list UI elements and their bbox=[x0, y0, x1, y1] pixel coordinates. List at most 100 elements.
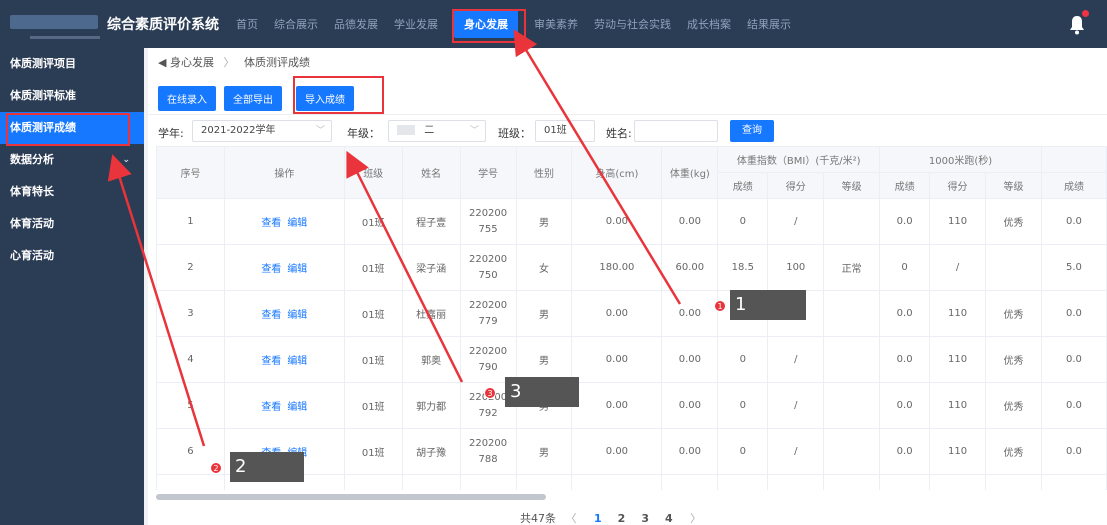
cell-idx: 2 bbox=[156, 244, 225, 291]
pager-page-1[interactable]: 1 bbox=[594, 512, 602, 525]
back-icon[interactable]: ◀ bbox=[158, 56, 166, 69]
nav-item-1[interactable]: 综合展示 bbox=[274, 16, 318, 32]
col-bmi-level: 等级 bbox=[823, 172, 881, 199]
cell-cls: 01班 bbox=[343, 198, 403, 245]
col-ops: 操作 bbox=[223, 146, 345, 199]
cell-idx: 5 bbox=[156, 382, 225, 429]
view-link[interactable]: 查看 bbox=[261, 310, 281, 321]
cell-cls: 01班 bbox=[343, 382, 403, 429]
cell-sid-line2: 755 bbox=[478, 223, 498, 235]
cell-run_l bbox=[985, 244, 1042, 291]
pager-prev-icon[interactable]: 〈 bbox=[566, 512, 577, 525]
cell-weight: 0.00 bbox=[661, 198, 719, 245]
cell-weight: 0.00 bbox=[661, 290, 719, 337]
sidebar-item-0[interactable]: 体质测评项目 bbox=[0, 48, 144, 80]
view-link[interactable]: 查看 bbox=[261, 264, 281, 275]
cell-ops: 查看编辑 bbox=[223, 290, 345, 337]
cell-height: 0.00 bbox=[571, 382, 663, 429]
edit-link[interactable]: 编辑 bbox=[287, 356, 307, 367]
sidebar-item-5[interactable]: 体育活动 bbox=[0, 208, 144, 240]
cell-ops: 查看编辑 bbox=[223, 336, 345, 383]
sidebar-item-label: 体质测评标准 bbox=[10, 89, 76, 102]
view-link[interactable]: 查看 bbox=[261, 356, 281, 367]
pager-page-3[interactable]: 3 bbox=[641, 512, 649, 525]
nav-item-0[interactable]: 首页 bbox=[236, 16, 258, 32]
edit-link[interactable]: 编辑 bbox=[287, 402, 307, 413]
name-input[interactable] bbox=[634, 120, 718, 142]
cell-sid-line1: 220200 bbox=[468, 345, 508, 357]
sidebar-item-1[interactable]: 体质测评标准 bbox=[0, 80, 144, 112]
sidebar-item-label: 体质测评项目 bbox=[10, 57, 76, 70]
sidebar-item-4[interactable]: 体育特长 bbox=[0, 176, 144, 208]
cell-name: 胡子豫 bbox=[401, 428, 461, 475]
cell-run_p bbox=[929, 474, 987, 490]
col-bmi-points: 得分 bbox=[767, 172, 825, 199]
edit-link[interactable]: 编辑 bbox=[287, 264, 307, 275]
cell-gender bbox=[515, 474, 573, 490]
nav-item-8[interactable]: 结果展示 bbox=[747, 16, 791, 32]
cell-sid: 220200 788 bbox=[459, 428, 517, 475]
nav-item-2[interactable]: 品德发展 bbox=[334, 16, 378, 32]
scores-table: 序号 操作 班级 姓名 学号 性别 身高(cm) 体重(kg) 体重指数（BMI… bbox=[156, 146, 1107, 490]
pager-next-icon[interactable]: 〉 bbox=[690, 512, 701, 525]
class-select[interactable]: 01班 bbox=[535, 120, 595, 142]
cell-sid: 220200 755 bbox=[459, 198, 517, 245]
year-select[interactable]: 2021-2022学年 ﹀ bbox=[192, 120, 332, 142]
sidebar-item-3[interactable]: 数据分析 ⌄ bbox=[0, 144, 144, 176]
col-run-level: 等级 bbox=[985, 172, 1042, 199]
edit-link[interactable]: 编辑 bbox=[287, 310, 307, 321]
annotation-dot-3: 3 bbox=[484, 387, 496, 399]
col-sid: 学号 bbox=[459, 146, 517, 199]
cell-name: 梁子涵 bbox=[401, 244, 461, 291]
sidebar-item-6[interactable]: 心育活动 bbox=[0, 240, 144, 272]
table-row: 1 查看 编辑 01班 程子壹 220200 755 男 0.00 0.00 0/0.0 110 优秀 0… bbox=[156, 198, 1107, 245]
breadcrumb-parent[interactable]: 身心发展 bbox=[170, 56, 214, 69]
brand: 综合素质评价系统 bbox=[0, 0, 220, 48]
cell-run_p: 110 bbox=[929, 290, 987, 337]
col-run-group: 1000米跑(秒) bbox=[879, 146, 1042, 173]
app-title: 综合素质评价系统 bbox=[107, 17, 219, 33]
cell-cls: 01班 bbox=[343, 428, 403, 475]
col-gender: 性别 bbox=[515, 146, 573, 199]
nav-item-7[interactable]: 成长档案 bbox=[687, 16, 731, 32]
cell-gender: 男 bbox=[515, 428, 573, 475]
export-all-button[interactable]: 全部导出 bbox=[224, 86, 282, 111]
nav-item-3[interactable]: 学业发展 bbox=[394, 16, 438, 32]
nav-item-6[interactable]: 劳动与社会实践 bbox=[594, 16, 671, 32]
pagination: 共47条 〈 1 2 3 4 〉 bbox=[520, 510, 707, 525]
annotation-box-import bbox=[293, 76, 384, 114]
bell-icon[interactable] bbox=[1069, 15, 1085, 35]
cell-sid: 220200 790 bbox=[459, 336, 517, 383]
col-next-score: 成绩 bbox=[1040, 172, 1107, 199]
col-next-group bbox=[1040, 146, 1107, 173]
view-link[interactable]: 查看 bbox=[261, 218, 281, 229]
pager-page-2[interactable]: 2 bbox=[618, 512, 626, 525]
view-link[interactable]: 查看 bbox=[261, 402, 281, 413]
cell-run_p: / bbox=[929, 244, 987, 291]
top-bar: 综合素质评价系统 首页 综合展示 品德发展 学业发展 身心发展 审美素养 劳动与社会实践 成长… bbox=[0, 0, 1107, 48]
nav-item-5[interactable]: 审美素养 bbox=[534, 16, 578, 32]
cell-bmi_s: 0 bbox=[717, 428, 769, 475]
col-bmi-score: 成绩 bbox=[717, 172, 769, 199]
edit-link[interactable]: 编辑 bbox=[287, 218, 307, 229]
table-row: 4 查看 编辑 01班 郭奥 220200 790 男 0.00 0.00 0/0.0 110 优秀 0.… bbox=[156, 336, 1107, 383]
cell-next: 0.0 bbox=[1040, 382, 1107, 429]
cell-weight: 0.00 bbox=[661, 428, 719, 475]
col-index: 序号 bbox=[156, 146, 225, 199]
query-button[interactable]: 查询 bbox=[730, 120, 774, 142]
breadcrumb-separator: 〉 bbox=[223, 56, 235, 69]
pager-total: 共47条 bbox=[520, 512, 556, 525]
horizontal-scrollbar[interactable] bbox=[156, 494, 546, 500]
cell-run_l: 优秀 bbox=[985, 382, 1042, 429]
grade-select[interactable]: 二 ﹀ bbox=[388, 120, 486, 142]
pager-page-4[interactable]: 4 bbox=[665, 512, 673, 525]
cell-bmi_s: 0 bbox=[717, 336, 769, 383]
cell-run_p: 110 bbox=[929, 428, 987, 475]
cell-next: 0.0 bbox=[1040, 428, 1107, 475]
cell-name: 郭力都 bbox=[401, 382, 461, 429]
sidebar-item-label: 体育特长 bbox=[10, 185, 54, 198]
cell-sid-line1: 220200 bbox=[468, 207, 508, 219]
cell-run_l: 优秀 bbox=[985, 198, 1042, 245]
filter-bar: 学年: 2021-2022学年 ﹀ 年级： 二 ﹀ 班级： 01班 姓名: 查询 bbox=[148, 114, 1107, 146]
online-entry-button[interactable]: 在线录入 bbox=[158, 86, 216, 111]
